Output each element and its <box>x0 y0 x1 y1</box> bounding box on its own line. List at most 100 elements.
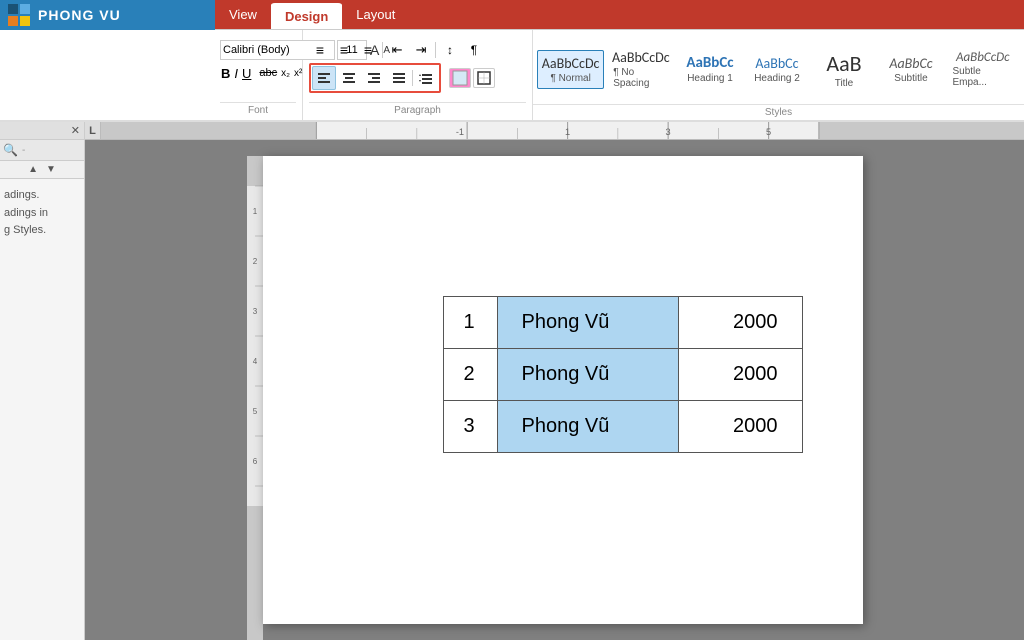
nav-close-btn[interactable]: ✕ <box>71 124 80 137</box>
style-heading2-preview: AaBbCc <box>755 55 798 72</box>
italic-btn[interactable]: I <box>233 63 239 83</box>
para-sep1 <box>382 42 383 58</box>
svg-text:3: 3 <box>252 307 257 316</box>
superscript-btn[interactable]: x² <box>293 63 303 83</box>
align-justify-btn[interactable] <box>387 66 411 90</box>
underline-btn[interactable]: U <box>241 63 252 83</box>
table-cell-name-2: Phong Vũ <box>497 349 678 401</box>
nav-content: adings. adings in g Styles. <box>0 179 84 248</box>
style-subtitle-preview: AaBbCc <box>889 55 932 72</box>
paragraph-controls: ≡ ≡ ≡ ⇤ ⇥ ↕ ¶ <box>309 34 526 102</box>
style-subtle-emphasis[interactable]: AaBbCcDc Subtle Empa... <box>945 45 1020 93</box>
line-spacing-btn[interactable] <box>414 66 438 90</box>
para-sep2 <box>435 42 436 58</box>
alignment-group <box>309 63 441 93</box>
align-justify-icon <box>392 71 406 85</box>
table-row: 3 Phong Vũ 2000 <box>443 401 802 453</box>
ruler-h: -1 1 3 5 <box>101 122 1024 139</box>
style-normal-preview: AaBbCcDc <box>542 55 600 72</box>
logo-sq-4 <box>20 16 30 26</box>
numbering-btn[interactable]: ≡ <box>333 40 355 60</box>
table-cell-num-2: 2 <box>443 349 497 401</box>
logo-sq-1 <box>8 4 18 14</box>
svg-text:1: 1 <box>565 127 570 137</box>
style-subtle-preview: AaBbCcDc <box>956 50 1010 65</box>
align-right-icon <box>367 71 381 85</box>
nav-arrows-row: ▲ ▼ <box>0 161 84 179</box>
tab-marker[interactable]: L <box>85 122 101 140</box>
table-cell-val-2: 2000 <box>678 349 802 401</box>
svg-text:5: 5 <box>766 127 771 137</box>
ruler-area: L <box>85 122 1024 140</box>
shading-btn[interactable] <box>449 68 471 88</box>
style-normal[interactable]: AaBbCcDc ¶ Normal <box>537 50 604 89</box>
shading-icon <box>452 70 468 86</box>
logo-text: PHONG VU <box>38 7 121 23</box>
style-heading2[interactable]: AaBbCc Heading 2 <box>744 50 809 89</box>
strikethrough-btn[interactable]: abc <box>258 63 278 83</box>
search-dash: - <box>22 145 25 156</box>
doc-content: 1 2 3 4 5 6 1 Phong Vũ <box>85 140 1024 640</box>
logo-area: PHONG VU <box>0 0 215 30</box>
style-heading2-label: Heading 2 <box>754 73 800 84</box>
document-table: 1 Phong Vũ 2000 2 Phong Vũ 2000 3 Phong … <box>443 296 803 453</box>
styles-group: AaBbCcDc ¶ Normal AaBbCcDc ¶ No Spacing … <box>533 30 1024 120</box>
svg-text:1: 1 <box>252 207 257 216</box>
style-normal-label: ¶ Normal <box>550 73 590 84</box>
style-subtle-label: Subtle Empa... <box>952 66 1013 88</box>
style-subtitle[interactable]: AaBbCc Subtitle <box>878 50 943 89</box>
nav-search-row: 🔍 - <box>0 140 84 161</box>
border-btn[interactable] <box>473 68 495 88</box>
decrease-indent-btn[interactable]: ⇤ <box>386 40 408 60</box>
tab-design[interactable]: Design <box>271 1 342 29</box>
font-controls: A A B I U abc x₂ x² A A A <box>220 34 296 102</box>
align-row <box>309 63 526 93</box>
style-heading1[interactable]: AaBbCc Heading 1 <box>677 49 742 89</box>
arrow-down-btn[interactable]: ▼ <box>46 164 56 175</box>
align-left-btn[interactable] <box>312 66 336 90</box>
para-row1: ≡ ≡ ≡ ⇤ ⇥ ↕ ¶ <box>309 40 526 60</box>
font-name-row: A A <box>220 40 296 60</box>
align-center-icon <box>342 71 356 85</box>
bullets-btn[interactable]: ≡ <box>309 40 331 60</box>
logo-icon <box>8 4 30 26</box>
svg-text:-1: -1 <box>456 127 464 137</box>
subscript-btn[interactable]: x₂ <box>280 63 291 83</box>
font-format-row: B I U abc x₂ x² A A A <box>220 63 296 83</box>
align-center-btn[interactable] <box>337 66 361 90</box>
multilevel-btn[interactable]: ≡ <box>357 40 379 60</box>
tab-view[interactable]: View <box>215 0 271 29</box>
styles-group-label: Styles <box>533 104 1024 120</box>
svg-text:5: 5 <box>252 407 257 416</box>
border-icon <box>476 70 492 86</box>
table-row: 1 Phong Vũ 2000 <box>443 297 802 349</box>
font-group-label: Font <box>220 102 296 116</box>
tab-layout[interactable]: Layout <box>342 0 409 29</box>
style-heading1-preview: AaBbCc <box>686 54 733 72</box>
show-formatting-btn[interactable]: ¶ <box>463 40 485 60</box>
style-heading1-label: Heading 1 <box>687 73 733 84</box>
align-right-btn[interactable] <box>362 66 386 90</box>
table-cell-val-1: 2000 <box>678 297 802 349</box>
table-cell-num-3: 3 <box>443 401 497 453</box>
align-left-icon <box>317 71 331 85</box>
sort-btn[interactable]: ↕ <box>439 40 461 60</box>
ruler-svg: -1 1 3 5 <box>101 122 1024 139</box>
ruler-v: 1 2 3 4 5 6 <box>247 156 263 624</box>
arrow-up-btn[interactable]: ▲ <box>28 164 38 175</box>
style-title[interactable]: AaB Title <box>811 45 876 94</box>
style-no-spacing[interactable]: AaBbCcDc ¶ No Spacing <box>606 44 675 94</box>
svg-text:3: 3 <box>666 127 671 137</box>
paragraph-group: ≡ ≡ ≡ ⇤ ⇥ ↕ ¶ <box>303 30 533 120</box>
table-cell-val-3: 2000 <box>678 401 802 453</box>
bold-btn[interactable]: B <box>220 63 231 83</box>
main-area: ✕ 🔍 - ▲ ▼ adings. adings in g Styles. L <box>0 122 1024 640</box>
logo-sq-3 <box>8 16 18 26</box>
table-row: 2 Phong Vũ 2000 <box>443 349 802 401</box>
increase-indent-btn[interactable]: ⇥ <box>410 40 432 60</box>
doc-area: L <box>85 122 1024 640</box>
ruler-v-svg: 1 2 3 4 5 6 <box>247 156 263 640</box>
font-group: A A B I U abc x₂ x² A A A Fon <box>0 30 303 120</box>
search-icon: 🔍 <box>3 143 18 157</box>
document-page: 1 Phong Vũ 2000 2 Phong Vũ 2000 3 Phong … <box>263 156 863 624</box>
